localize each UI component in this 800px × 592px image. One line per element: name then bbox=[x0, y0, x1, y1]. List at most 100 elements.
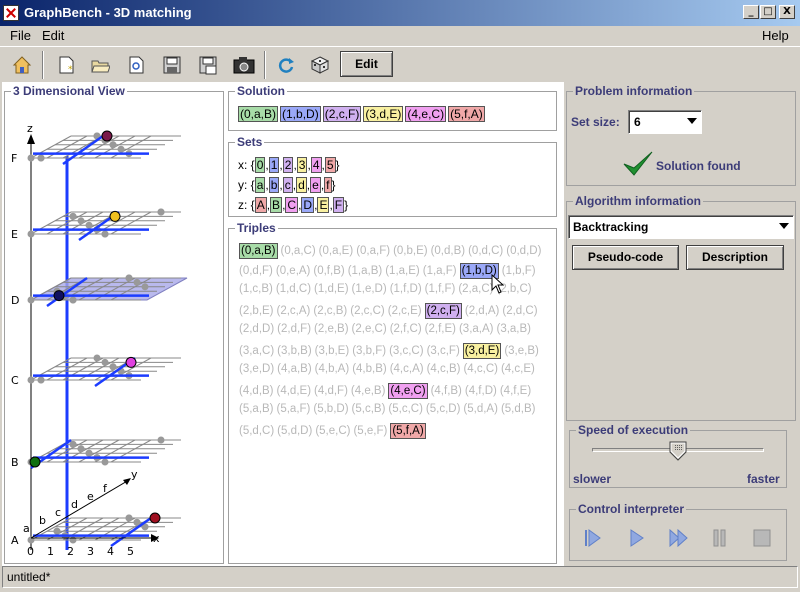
refresh-doc-icon[interactable] bbox=[122, 51, 150, 79]
triple-item[interactable]: (1,a,E) bbox=[385, 265, 420, 277]
set-element[interactable]: C bbox=[285, 197, 299, 213]
solution-token[interactable]: (0,a,B) bbox=[238, 106, 279, 122]
solution-token[interactable]: (2,c,F) bbox=[322, 106, 362, 122]
triple-item[interactable]: (2,c,F) bbox=[424, 303, 462, 319]
set-element[interactable]: 5 bbox=[324, 157, 336, 173]
triple-item[interactable]: (5,e,C) bbox=[315, 425, 350, 437]
step-icon[interactable] bbox=[584, 529, 602, 547]
triple-item[interactable]: (2,e,C) bbox=[352, 323, 387, 335]
set-element[interactable]: e bbox=[310, 177, 321, 193]
set-element[interactable]: f bbox=[324, 177, 332, 193]
triple-item[interactable]: (5,d,D) bbox=[277, 425, 312, 437]
triple-item[interactable]: (3,b,B) bbox=[277, 345, 312, 357]
triple-item[interactable]: (3,c,C) bbox=[389, 345, 424, 357]
triple-item[interactable]: (5,d,C) bbox=[239, 425, 274, 437]
triple-item[interactable]: (3,e,B) bbox=[504, 345, 539, 357]
set-element[interactable]: 1 bbox=[268, 157, 280, 173]
triple-item[interactable]: (3,c,F) bbox=[427, 345, 460, 357]
set-element[interactable]: 4 bbox=[310, 157, 322, 173]
triple-item[interactable]: (2,d,C) bbox=[502, 305, 537, 317]
set-element[interactable]: 0 bbox=[254, 157, 266, 173]
triple-item[interactable]: (5,f,A) bbox=[390, 423, 426, 439]
menu-edit[interactable]: Edit bbox=[42, 28, 64, 43]
dice-icon[interactable] bbox=[306, 51, 334, 79]
triple-item[interactable]: (2,a,C) bbox=[458, 283, 493, 295]
triple-item[interactable]: (3,a,B) bbox=[496, 323, 531, 335]
triple-item[interactable]: (2,d,F) bbox=[277, 323, 311, 335]
triple-item[interactable]: (2,e,B) bbox=[314, 323, 349, 335]
triple-item[interactable]: (0,d,F) bbox=[239, 265, 273, 277]
triple-item[interactable]: (2,c,C) bbox=[350, 305, 385, 317]
triple-item[interactable]: (3,b,F) bbox=[352, 345, 386, 357]
triple-item[interactable]: (2,c,A) bbox=[277, 305, 311, 317]
triple-item[interactable]: (0,d,D) bbox=[506, 245, 541, 257]
triple-item[interactable]: (2,f,C) bbox=[390, 323, 422, 335]
open-icon[interactable] bbox=[86, 51, 114, 79]
triple-item[interactable]: (3,a,C) bbox=[239, 345, 274, 357]
triple-item[interactable]: (0,a,B) bbox=[239, 243, 278, 259]
set-element[interactable]: 3 bbox=[296, 157, 308, 173]
triple-item[interactable]: (4,f,B) bbox=[431, 385, 462, 397]
triple-item[interactable]: (4,f,D) bbox=[465, 385, 497, 397]
triple-item[interactable]: (2,b,E) bbox=[239, 305, 274, 317]
triple-item[interactable]: (4,d,E) bbox=[277, 385, 312, 397]
triple-item[interactable]: (0,b,E) bbox=[393, 245, 428, 257]
set-element[interactable]: c bbox=[282, 177, 293, 193]
triple-item[interactable]: (2,c,E) bbox=[388, 305, 422, 317]
pseudo-code-button[interactable]: Pseudo-code bbox=[572, 245, 679, 270]
triple-item[interactable]: (5,b,D) bbox=[313, 403, 348, 415]
fast-forward-icon[interactable] bbox=[669, 529, 689, 547]
set-element[interactable]: d bbox=[296, 177, 307, 193]
save-icon[interactable] bbox=[158, 51, 186, 79]
set-element[interactable]: a bbox=[254, 177, 266, 193]
solution-token[interactable]: (1,b,D) bbox=[280, 106, 321, 122]
triple-item[interactable]: (4,c,B) bbox=[427, 363, 461, 375]
triple-item[interactable]: (5,d,B) bbox=[501, 403, 536, 415]
triple-item[interactable]: (4,e,C) bbox=[388, 383, 428, 399]
set-element[interactable]: F bbox=[332, 197, 345, 213]
triple-item[interactable]: (5,c,C) bbox=[388, 403, 423, 415]
triple-item[interactable]: (0,a,F) bbox=[356, 245, 390, 257]
algorithm-select[interactable]: Backtracking bbox=[568, 215, 794, 239]
close-button[interactable]: X bbox=[779, 5, 795, 19]
speed-slider-thumb[interactable] bbox=[669, 441, 687, 461]
triple-item[interactable]: (0,d,B) bbox=[431, 245, 466, 257]
triple-item[interactable]: (0,e,A) bbox=[276, 265, 311, 277]
triple-item[interactable]: (5,c,D) bbox=[426, 403, 461, 415]
minimize-button[interactable]: _ bbox=[743, 5, 759, 19]
triple-item[interactable]: (5,c,B) bbox=[352, 403, 386, 415]
triple-item[interactable]: (3,a,A) bbox=[459, 323, 494, 335]
solution-token[interactable]: (4,e,C) bbox=[405, 106, 447, 122]
set-element[interactable]: E bbox=[317, 197, 330, 213]
triple-item[interactable]: (4,b,B) bbox=[352, 363, 387, 375]
set-element[interactable]: B bbox=[270, 197, 283, 213]
triple-item[interactable]: (5,e,F) bbox=[353, 425, 387, 437]
stop-icon[interactable] bbox=[753, 529, 771, 547]
view3d-canvas[interactable]: zFEDCBA xy0 1 2 3 4 5abcdef bbox=[5, 100, 223, 562]
solution-token[interactable]: (5,f,A) bbox=[448, 106, 485, 122]
triple-item[interactable]: (4,e,B) bbox=[351, 385, 386, 397]
triple-item[interactable]: (3,d,E) bbox=[462, 343, 502, 359]
maximize-button[interactable]: □ bbox=[760, 5, 776, 19]
triple-item[interactable]: (1,f,D) bbox=[390, 283, 422, 295]
set-element[interactable]: D bbox=[301, 197, 315, 213]
triple-item[interactable]: (4,c,C) bbox=[463, 363, 498, 375]
set-element[interactable]: A bbox=[254, 197, 267, 213]
menu-help[interactable]: Help bbox=[762, 28, 789, 43]
triple-item[interactable]: (2,f,E) bbox=[425, 323, 456, 335]
edit-button[interactable]: Edit bbox=[340, 51, 393, 77]
app-icon[interactable] bbox=[3, 5, 19, 21]
triple-item[interactable]: (0,a,C) bbox=[281, 245, 316, 257]
triple-item[interactable]: (1,f,F) bbox=[425, 283, 456, 295]
description-button[interactable]: Description bbox=[686, 245, 784, 270]
triple-item[interactable]: (0,f,B) bbox=[313, 265, 344, 277]
triple-item[interactable]: (1,a,B) bbox=[348, 265, 383, 277]
triple-item[interactable]: (4,f,E) bbox=[500, 385, 531, 397]
triple-item[interactable]: (0,d,C) bbox=[468, 245, 503, 257]
new-icon[interactable]: * bbox=[52, 51, 80, 79]
triple-item[interactable]: (3,b,E) bbox=[315, 345, 350, 357]
triple-item[interactable]: (0,a,E) bbox=[319, 245, 354, 257]
save-as-icon[interactable] bbox=[194, 51, 222, 79]
triple-item[interactable]: (5,d,A) bbox=[463, 403, 498, 415]
triple-item[interactable]: (2,c,B) bbox=[313, 305, 347, 317]
